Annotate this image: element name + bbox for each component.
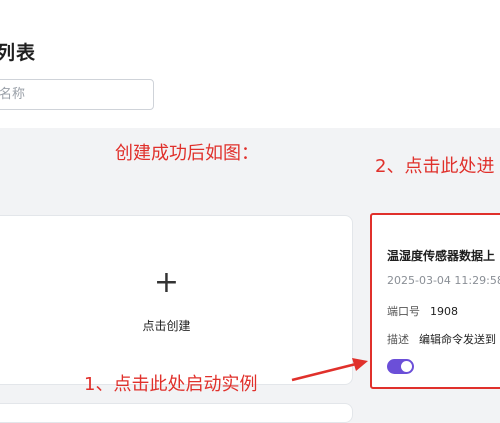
instance-card[interactable]: 温湿度传感器数据上 2025-03-04 11:29:58 端口号 1908 描述… xyxy=(370,213,500,389)
toggle-knob xyxy=(401,361,412,372)
annotation-step1: 1、点击此处启动实例 xyxy=(84,374,258,395)
search-box[interactable] xyxy=(0,79,154,110)
annotation-step2: 2、点击此处进 xyxy=(375,156,495,177)
port-value: 1908 xyxy=(430,305,458,318)
next-card xyxy=(0,403,353,423)
instance-created-time: 2025-03-04 11:29:58 xyxy=(387,274,500,287)
page-title: 列表 xyxy=(0,42,37,64)
port-row: 端口号 1908 xyxy=(387,303,458,319)
red-arrow-icon xyxy=(291,358,368,382)
create-label: 点击创建 xyxy=(142,319,191,333)
header: 列表 xyxy=(0,0,500,128)
port-label: 端口号 xyxy=(387,305,420,318)
desc-row: 描述 编辑命令发送到 xyxy=(387,331,496,347)
search-input[interactable] xyxy=(0,80,149,109)
instance-name: 温湿度传感器数据上 xyxy=(387,249,496,263)
desc-label: 描述 xyxy=(387,333,409,346)
annotation-created: 创建成功后如图： xyxy=(115,143,259,164)
plus-icon: + xyxy=(153,265,180,300)
instance-enable-toggle[interactable] xyxy=(387,359,414,374)
desc-value: 编辑命令发送到 xyxy=(419,333,496,346)
